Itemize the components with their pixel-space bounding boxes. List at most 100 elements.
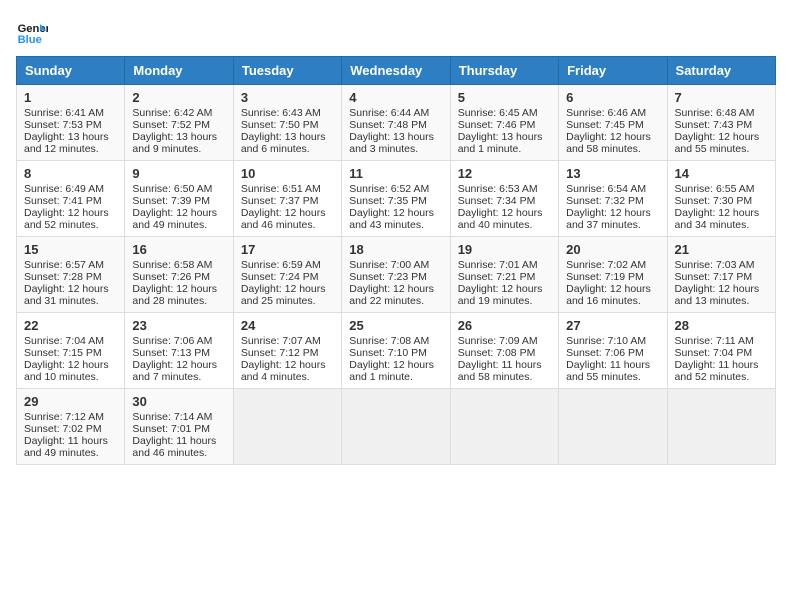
day-number: 5 (458, 90, 551, 105)
weekday-header-saturday: Saturday (667, 57, 775, 85)
day-number: 19 (458, 242, 551, 257)
sunset-text: Sunset: 7:17 PM (675, 271, 753, 283)
sunset-text: Sunset: 7:50 PM (241, 119, 319, 131)
daylight-text: Daylight: 11 hours and 55 minutes. (566, 359, 650, 383)
sunset-text: Sunset: 7:02 PM (24, 423, 102, 435)
daylight-text: Daylight: 12 hours and 7 minutes. (132, 359, 217, 383)
sunset-text: Sunset: 7:15 PM (24, 347, 102, 359)
sunset-text: Sunset: 7:34 PM (458, 195, 536, 207)
sunrise-text: Sunrise: 6:52 AM (349, 183, 429, 195)
sunset-text: Sunset: 7:35 PM (349, 195, 427, 207)
calendar-cell: 18Sunrise: 7:00 AMSunset: 7:23 PMDayligh… (342, 237, 450, 313)
sunrise-text: Sunrise: 7:10 AM (566, 335, 646, 347)
daylight-text: Daylight: 12 hours and 1 minute. (349, 359, 434, 383)
sunset-text: Sunset: 7:43 PM (675, 119, 753, 131)
calendar-cell: 27Sunrise: 7:10 AMSunset: 7:06 PMDayligh… (559, 313, 667, 389)
calendar-cell: 17Sunrise: 6:59 AMSunset: 7:24 PMDayligh… (233, 237, 341, 313)
weekday-header-tuesday: Tuesday (233, 57, 341, 85)
daylight-text: Daylight: 13 hours and 6 minutes. (241, 131, 326, 155)
calendar-cell: 25 Sunrise: 7:08 AMSunset: 7:10 PMDayligh… (342, 313, 450, 389)
sunrise-text: Sunrise: 6:57 AM (24, 259, 104, 271)
daylight-text: Daylight: 13 hours and 1 minute. (458, 131, 543, 155)
sunset-text: Sunset: 7:10 PM (349, 347, 427, 359)
daylight-text: Daylight: 12 hours and 31 minutes. (24, 283, 109, 307)
sunset-text: Sunset: 7:46 PM (458, 119, 536, 131)
sunset-text: Sunset: 7:39 PM (132, 195, 210, 207)
calendar-cell: 15 Sunrise: 6:57 AMSunset: 7:28 PMDayligh… (17, 237, 125, 313)
calendar-cell: 1Sunrise: 6:41 AMSunset: 7:53 PMDaylight… (17, 85, 125, 161)
sunrise-text: Sunrise: 6:59 AM (241, 259, 321, 271)
sunrise-text: Sunrise: 6:50 AM (132, 183, 212, 195)
calendar-cell: 23Sunrise: 7:06 AMSunset: 7:13 PMDayligh… (125, 313, 233, 389)
day-number: 13 (566, 166, 659, 181)
daylight-text: Daylight: 12 hours and 13 minutes. (675, 283, 760, 307)
sunset-text: Sunset: 7:28 PM (24, 271, 102, 283)
calendar-week-row: 1Sunrise: 6:41 AMSunset: 7:53 PMDaylight… (17, 85, 776, 161)
sunset-text: Sunset: 7:19 PM (566, 271, 644, 283)
daylight-text: Daylight: 12 hours and 46 minutes. (241, 207, 326, 231)
daylight-text: Daylight: 11 hours and 46 minutes. (132, 435, 216, 459)
day-number: 28 (675, 318, 768, 333)
day-number: 24 (241, 318, 334, 333)
day-number: 3 (241, 90, 334, 105)
calendar-cell: 28Sunrise: 7:11 AMSunset: 7:04 PMDayligh… (667, 313, 775, 389)
calendar-cell: 14Sunrise: 6:55 AMSunset: 7:30 PMDayligh… (667, 161, 775, 237)
sunrise-text: Sunrise: 6:51 AM (241, 183, 321, 195)
sunrise-text: Sunrise: 7:09 AM (458, 335, 538, 347)
weekday-header-thursday: Thursday (450, 57, 558, 85)
sunset-text: Sunset: 7:01 PM (132, 423, 210, 435)
sunrise-text: Sunrise: 7:06 AM (132, 335, 212, 347)
calendar-cell: 29Sunrise: 7:12 AMSunset: 7:02 PMDayligh… (17, 389, 125, 465)
daylight-text: Daylight: 12 hours and 58 minutes. (566, 131, 651, 155)
day-number: 25 (349, 318, 442, 333)
day-number: 23 (132, 318, 225, 333)
calendar-cell: 9Sunrise: 6:50 AMSunset: 7:39 PMDaylight… (125, 161, 233, 237)
daylight-text: Daylight: 11 hours and 58 minutes. (458, 359, 542, 383)
sunrise-text: Sunrise: 7:11 AM (675, 335, 754, 347)
sunset-text: Sunset: 7:12 PM (241, 347, 319, 359)
daylight-text: Daylight: 12 hours and 49 minutes. (132, 207, 217, 231)
calendar-cell: 24Sunrise: 7:07 AMSunset: 7:12 PMDayligh… (233, 313, 341, 389)
logo-icon: General Blue (16, 16, 48, 48)
day-number: 10 (241, 166, 334, 181)
daylight-text: Daylight: 12 hours and 4 minutes. (241, 359, 326, 383)
sunrise-text: Sunrise: 6:54 AM (566, 183, 646, 195)
sunset-text: Sunset: 7:32 PM (566, 195, 644, 207)
sunset-text: Sunset: 7:21 PM (458, 271, 536, 283)
daylight-text: Daylight: 12 hours and 43 minutes. (349, 207, 434, 231)
daylight-text: Daylight: 11 hours and 49 minutes. (24, 435, 108, 459)
daylight-text: Daylight: 12 hours and 28 minutes. (132, 283, 217, 307)
calendar-cell: 4Sunrise: 6:44 AMSunset: 7:48 PMDaylight… (342, 85, 450, 161)
sunrise-text: Sunrise: 7:08 AM (349, 335, 429, 347)
day-number: 14 (675, 166, 768, 181)
day-number: 27 (566, 318, 659, 333)
calendar-cell (667, 389, 775, 465)
sunrise-text: Sunrise: 7:02 AM (566, 259, 646, 271)
day-number: 15 (24, 242, 117, 257)
calendar-week-row: 15Sunrise: 6:57 AMSunset: 7:28 PMDayligh… (17, 237, 776, 313)
sunrise-text: Sunrise: 6:45 AM (458, 107, 538, 119)
sunset-text: Sunset: 7:24 PM (241, 271, 319, 283)
sunrise-text: Sunrise: 6:44 AM (349, 107, 429, 119)
day-number: 4 (349, 90, 442, 105)
sunset-text: Sunset: 7:04 PM (675, 347, 753, 359)
calendar-cell: 16Sunrise: 6:58 AMSunset: 7:26 PMDayligh… (125, 237, 233, 313)
sunrise-text: Sunrise: 6:58 AM (132, 259, 212, 271)
sunrise-text: Sunrise: 6:48 AM (675, 107, 755, 119)
day-number: 18 (349, 242, 442, 257)
calendar-cell: 6Sunrise: 6:46 AMSunset: 7:45 PMDaylight… (559, 85, 667, 161)
daylight-text: Daylight: 12 hours and 55 minutes. (675, 131, 760, 155)
day-number: 6 (566, 90, 659, 105)
day-number: 26 (458, 318, 551, 333)
calendar-cell: 20Sunrise: 7:02 AMSunset: 7:19 PMDayligh… (559, 237, 667, 313)
day-number: 8 (24, 166, 117, 181)
calendar-cell: 11 Sunrise: 6:52 AMSunset: 7:35 PMDayligh… (342, 161, 450, 237)
day-number: 16 (132, 242, 225, 257)
calendar-cell: 12Sunrise: 6:53 AMSunset: 7:34 PMDayligh… (450, 161, 558, 237)
calendar-cell: 5 Sunrise: 6:45 AMSunset: 7:46 PMDaylight… (450, 85, 558, 161)
sunrise-text: Sunrise: 7:04 AM (24, 335, 104, 347)
day-number: 12 (458, 166, 551, 181)
weekday-header-wednesday: Wednesday (342, 57, 450, 85)
weekday-header-row: SundayMondayTuesdayWednesdayThursdayFrid… (17, 57, 776, 85)
day-number: 11 (349, 166, 442, 181)
